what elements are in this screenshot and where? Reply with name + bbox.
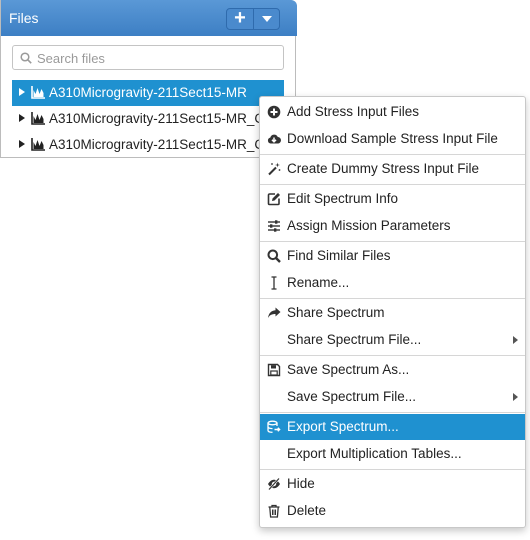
menu-item-share-spectrum-file[interactable]: Share Spectrum File... <box>260 327 525 353</box>
menu-item-add-stress-input-files[interactable]: Add Stress Input Files <box>260 99 525 125</box>
menu-item-label: Find Similar Files <box>287 248 391 263</box>
file-name: A310Microgravity-211Sect15-MR_C <box>49 137 265 152</box>
expand-arrow-icon[interactable] <box>19 88 25 96</box>
menu-item-edit-spectrum-info[interactable]: Edit Spectrum Info <box>260 186 525 212</box>
eye-slash-icon <box>268 477 280 491</box>
file-name: A310Microgravity-211Sect15-MR_C <box>49 111 265 126</box>
share-arrow-icon <box>268 307 281 318</box>
menu-separator <box>260 355 525 356</box>
menu-separator <box>260 298 525 299</box>
plus-circle-icon <box>267 105 281 119</box>
panel-menu-dropdown-button[interactable] <box>254 9 279 29</box>
menu-separator <box>260 241 525 242</box>
database-export-icon <box>267 420 281 433</box>
menu-separator <box>260 184 525 185</box>
menu-item-export-multiplication-tables[interactable]: Export Multiplication Tables... <box>260 441 525 467</box>
panel-header: Files + <box>1 0 297 36</box>
menu-item-label: Save Spectrum File... <box>287 389 417 404</box>
menu-item-delete[interactable]: Delete <box>260 498 525 524</box>
menu-item-label: Hide <box>287 476 315 491</box>
add-file-button[interactable]: + <box>227 9 254 29</box>
floppy-disk-icon <box>267 363 281 377</box>
panel-title: Files <box>9 10 39 26</box>
trash-icon <box>268 504 280 518</box>
menu-item-export-spectrum[interactable]: Export Spectrum... <box>260 414 525 440</box>
menu-separator <box>260 412 525 413</box>
file-tree-row[interactable]: A310Microgravity-211Sect15-MR <box>12 80 284 106</box>
menu-item-label: Download Sample Stress Input File <box>287 131 498 146</box>
menu-separator <box>260 469 525 470</box>
text-cursor-icon <box>271 276 277 290</box>
menu-item-label: Save Spectrum As... <box>287 362 410 377</box>
menu-item-label: Create Dummy Stress Input File <box>287 161 480 176</box>
spectrum-chart-icon <box>31 86 45 99</box>
submenu-arrow-icon <box>513 336 518 344</box>
menu-item-create-dummy-stress-input-file[interactable]: Create Dummy Stress Input File <box>260 156 525 182</box>
cloud-download-icon <box>267 134 281 144</box>
menu-item-label: Export Spectrum... <box>287 419 399 434</box>
menu-item-save-spectrum-as[interactable]: Save Spectrum As... <box>260 357 525 383</box>
menu-item-label: Delete <box>287 503 327 518</box>
menu-item-label: Edit Spectrum Info <box>287 191 399 206</box>
chevron-down-icon <box>262 16 272 22</box>
files-panel: Files + Search files A310Microgravity-21… <box>0 0 297 158</box>
menu-item-label: Export Multiplication Tables... <box>287 446 462 461</box>
menu-item-label: Share Spectrum File... <box>287 332 422 347</box>
header-button-group: + <box>226 8 280 30</box>
edit-icon <box>267 193 280 206</box>
submenu-arrow-icon <box>513 393 518 401</box>
search-icon <box>267 249 281 263</box>
menu-item-label: Add Stress Input Files <box>287 104 420 119</box>
spectrum-chart-icon <box>31 138 45 151</box>
spectrum-chart-icon <box>31 112 45 125</box>
context-menu: Add Stress Input Files Download Sample S… <box>259 96 526 528</box>
magic-wand-icon <box>268 162 281 176</box>
file-name: A310Microgravity-211Sect15-MR <box>49 85 247 100</box>
menu-item-download-sample-stress-input-file[interactable]: Download Sample Stress Input File <box>260 126 525 152</box>
menu-item-share-spectrum[interactable]: Share Spectrum <box>260 300 525 326</box>
search-icon <box>20 52 32 64</box>
menu-item-hide[interactable]: Hide <box>260 471 525 497</box>
file-tree-row[interactable]: A310Microgravity-211Sect15-MR_C <box>12 132 284 158</box>
sliders-icon <box>268 220 280 232</box>
file-tree-row[interactable]: A310Microgravity-211Sect15-MR_C <box>12 106 284 132</box>
menu-item-label: Assign Mission Parameters <box>287 218 451 233</box>
menu-item-assign-mission-parameters[interactable]: Assign Mission Parameters <box>260 213 525 239</box>
menu-item-rename[interactable]: Rename... <box>260 270 525 296</box>
menu-item-label: Rename... <box>287 275 350 290</box>
menu-item-save-spectrum-file[interactable]: Save Spectrum File... <box>260 384 525 410</box>
search-placeholder: Search files <box>37 51 105 66</box>
search-input[interactable]: Search files <box>12 45 284 70</box>
menu-separator <box>260 154 525 155</box>
menu-item-label: Share Spectrum <box>287 305 385 320</box>
expand-arrow-icon[interactable] <box>19 140 25 148</box>
expand-arrow-icon[interactable] <box>19 114 25 122</box>
menu-item-find-similar-files[interactable]: Find Similar Files <box>260 243 525 269</box>
